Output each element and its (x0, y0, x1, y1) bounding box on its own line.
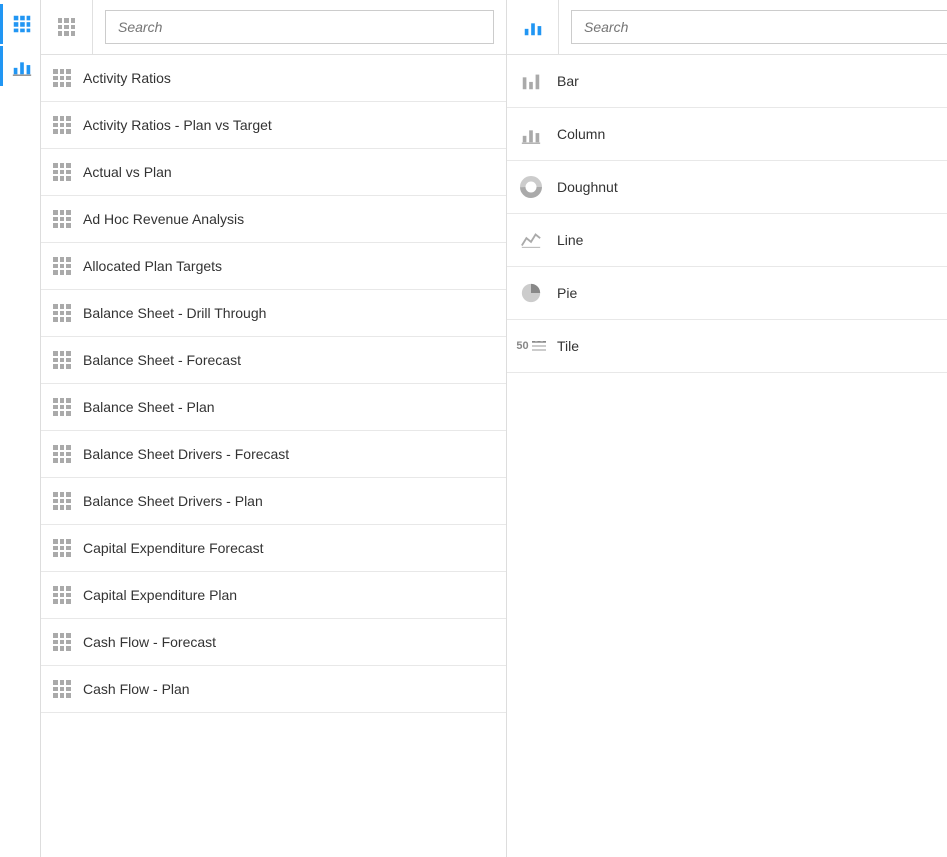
sidebar-chart-icon[interactable] (0, 46, 40, 86)
list-item-label: Activity Ratios (83, 70, 171, 86)
list-item[interactable]: Balance Sheet - Plan (41, 384, 506, 431)
left-sidebar (0, 0, 41, 857)
grid-item-icon (53, 539, 71, 557)
right-panel-search-wrap (559, 2, 947, 52)
chart-type-label: Pie (557, 285, 577, 301)
list-item[interactable]: Balance Sheet - Drill Through (41, 290, 506, 337)
grid-item-icon (53, 398, 71, 416)
list-item-label: Capital Expenditure Forecast (83, 540, 264, 556)
list-item[interactable]: Ad Hoc Revenue Analysis (41, 196, 506, 243)
left-panel: Activity Ratios Activity Ratios - Plan v… (41, 0, 507, 857)
chart-type-label: Tile (557, 338, 579, 354)
grid-item-icon (53, 351, 71, 369)
chart-type-icon-tile: 50 (519, 334, 543, 358)
grid-item-icon (53, 492, 71, 510)
right-search-input[interactable] (571, 10, 947, 44)
list-item-label: Capital Expenditure Plan (83, 587, 237, 603)
grid-item-icon (53, 163, 71, 181)
list-item[interactable]: Capital Expenditure Forecast (41, 525, 506, 572)
chart-type-item[interactable]: Pie (507, 267, 947, 320)
list-item[interactable]: Cash Flow - Forecast (41, 619, 506, 666)
list-item[interactable]: Balance Sheet - Forecast (41, 337, 506, 384)
grid-item-icon (53, 257, 71, 275)
chart-type-label: Line (557, 232, 583, 248)
left-panel-tab-icon[interactable] (41, 0, 93, 54)
left-panel-search-wrap (93, 2, 506, 52)
chart-type-label: Doughnut (557, 179, 618, 195)
chart-type-label: Bar (557, 73, 579, 89)
chart-type-label: Column (557, 126, 605, 142)
list-item-label: Balance Sheet - Plan (83, 399, 215, 415)
left-panel-header (41, 0, 506, 55)
list-item-label: Balance Sheet Drivers - Plan (83, 493, 263, 509)
grid-item-icon (53, 304, 71, 322)
chart-type-item[interactable]: Doughnut (507, 161, 947, 214)
right-panel-header (507, 0, 947, 55)
chart-type-item[interactable]: 50 Tile (507, 320, 947, 373)
list-item-label: Balance Sheet - Drill Through (83, 305, 266, 321)
grid-item-icon (53, 69, 71, 87)
list-item[interactable]: Allocated Plan Targets (41, 243, 506, 290)
right-panel: Bar Column Doughnut Line (507, 0, 947, 857)
chart-type-icon-column (519, 122, 543, 146)
chart-type-item[interactable]: Bar (507, 55, 947, 108)
list-item-label: Activity Ratios - Plan vs Target (83, 117, 272, 133)
left-panel-list[interactable]: Activity Ratios Activity Ratios - Plan v… (41, 55, 506, 857)
list-item[interactable]: Balance Sheet Drivers - Plan (41, 478, 506, 525)
grid-item-icon (53, 586, 71, 604)
chart-type-item[interactable]: Line (507, 214, 947, 267)
list-item[interactable]: Actual vs Plan (41, 149, 506, 196)
list-item[interactable]: Cash Flow - Plan (41, 666, 506, 713)
list-item[interactable]: Balance Sheet Drivers - Forecast (41, 431, 506, 478)
list-item-label: Balance Sheet - Forecast (83, 352, 241, 368)
right-panel-tab-icon[interactable] (507, 0, 559, 54)
list-item-label: Actual vs Plan (83, 164, 172, 180)
list-item[interactable]: Activity Ratios - Plan vs Target (41, 102, 506, 149)
list-item-label: Ad Hoc Revenue Analysis (83, 211, 244, 227)
list-item[interactable]: Capital Expenditure Plan (41, 572, 506, 619)
panels-container: Activity Ratios Activity Ratios - Plan v… (41, 0, 947, 857)
right-panel-list[interactable]: Bar Column Doughnut Line (507, 55, 947, 857)
grid-item-icon (53, 680, 71, 698)
left-search-input[interactable] (105, 10, 494, 44)
chart-type-icon-bar (519, 69, 543, 93)
list-item-label: Balance Sheet Drivers - Forecast (83, 446, 289, 462)
chart-type-icon-doughnut (519, 175, 543, 199)
chart-type-icon-pie (519, 281, 543, 305)
list-item-label: Cash Flow - Plan (83, 681, 190, 697)
chart-type-icon-line (519, 228, 543, 252)
grid-item-icon (53, 445, 71, 463)
list-item-label: Cash Flow - Forecast (83, 634, 216, 650)
list-item[interactable]: Activity Ratios (41, 55, 506, 102)
grid-item-icon (53, 633, 71, 651)
chart-type-item[interactable]: Column (507, 108, 947, 161)
grid-item-icon (53, 116, 71, 134)
list-item-label: Allocated Plan Targets (83, 258, 222, 274)
sidebar-grid-icon[interactable] (0, 4, 40, 44)
grid-item-icon (53, 210, 71, 228)
